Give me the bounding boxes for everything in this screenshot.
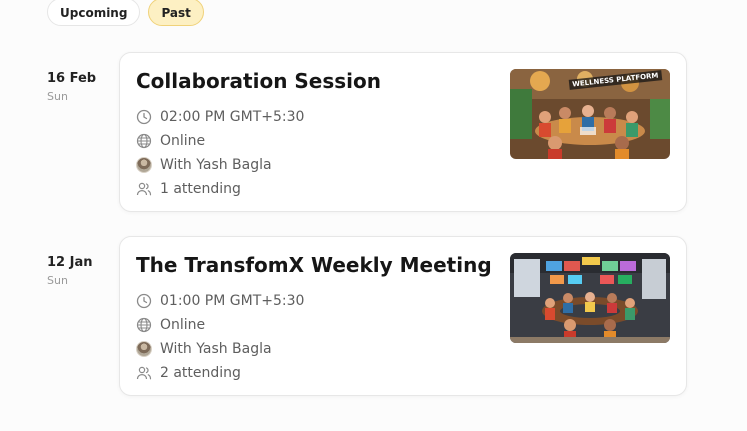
event-row: 16 Feb Sun Collaboration Session 02:00 P… — [47, 52, 687, 212]
globe-icon — [136, 317, 152, 333]
event-filter-tabs: Upcoming Past — [47, 0, 204, 26]
event-thumbnail[interactable] — [510, 253, 670, 343]
event-time: 01:00 PM GMT+5:30 — [136, 289, 304, 313]
event-host-label: With Yash Bagla — [160, 341, 272, 357]
event-card[interactable]: Collaboration Session 02:00 PM GMT+5:30 … — [119, 52, 687, 212]
clock-icon — [136, 293, 152, 309]
event-thumbnail[interactable]: WELLNESS PLATFORM — [510, 69, 670, 159]
event-meta: 01:00 PM GMT+5:30 Online With Yash Bagla… — [136, 289, 304, 385]
event-title[interactable]: The TransfomX Weekly Meeting — [136, 253, 492, 277]
event-attendance-label: 1 attending — [160, 181, 241, 197]
users-icon — [136, 365, 152, 381]
event-attendance: 2 attending — [136, 361, 304, 385]
event-location-label: Online — [160, 133, 206, 149]
event-attendance: 1 attending — [136, 177, 304, 201]
event-attendance-label: 2 attending — [160, 365, 241, 381]
tab-upcoming[interactable]: Upcoming — [47, 0, 141, 26]
users-icon — [136, 181, 152, 197]
clock-icon — [136, 109, 152, 125]
event-location: Online — [136, 313, 304, 337]
event-host: With Yash Bagla — [136, 337, 304, 361]
event-location: Online — [136, 129, 304, 153]
event-meta: 02:00 PM GMT+5:30 Online With Yash Bagla… — [136, 105, 304, 201]
event-title[interactable]: Collaboration Session — [136, 69, 381, 93]
avatar — [136, 341, 152, 357]
event-host: With Yash Bagla — [136, 153, 304, 177]
event-weekday: Sun — [47, 90, 68, 103]
event-time-label: 01:00 PM GMT+5:30 — [160, 293, 305, 309]
avatar — [136, 157, 152, 173]
event-date: 12 Jan Sun — [47, 255, 117, 287]
event-card[interactable]: The TransfomX Weekly Meeting 01:00 PM GM… — [119, 236, 687, 396]
event-weekday: Sun — [47, 274, 68, 287]
event-date: 16 Feb Sun — [47, 71, 117, 103]
event-date-label: 12 Jan — [47, 255, 93, 270]
event-date-label: 16 Feb — [47, 71, 97, 86]
event-time-label: 02:00 PM GMT+5:30 — [160, 109, 305, 125]
event-time: 02:00 PM GMT+5:30 — [136, 105, 304, 129]
event-row: 12 Jan Sun The TransfomX Weekly Meeting … — [47, 236, 687, 396]
globe-icon — [136, 133, 152, 149]
event-location-label: Online — [160, 317, 206, 333]
tab-past[interactable]: Past — [148, 0, 204, 26]
event-host-label: With Yash Bagla — [160, 157, 272, 173]
